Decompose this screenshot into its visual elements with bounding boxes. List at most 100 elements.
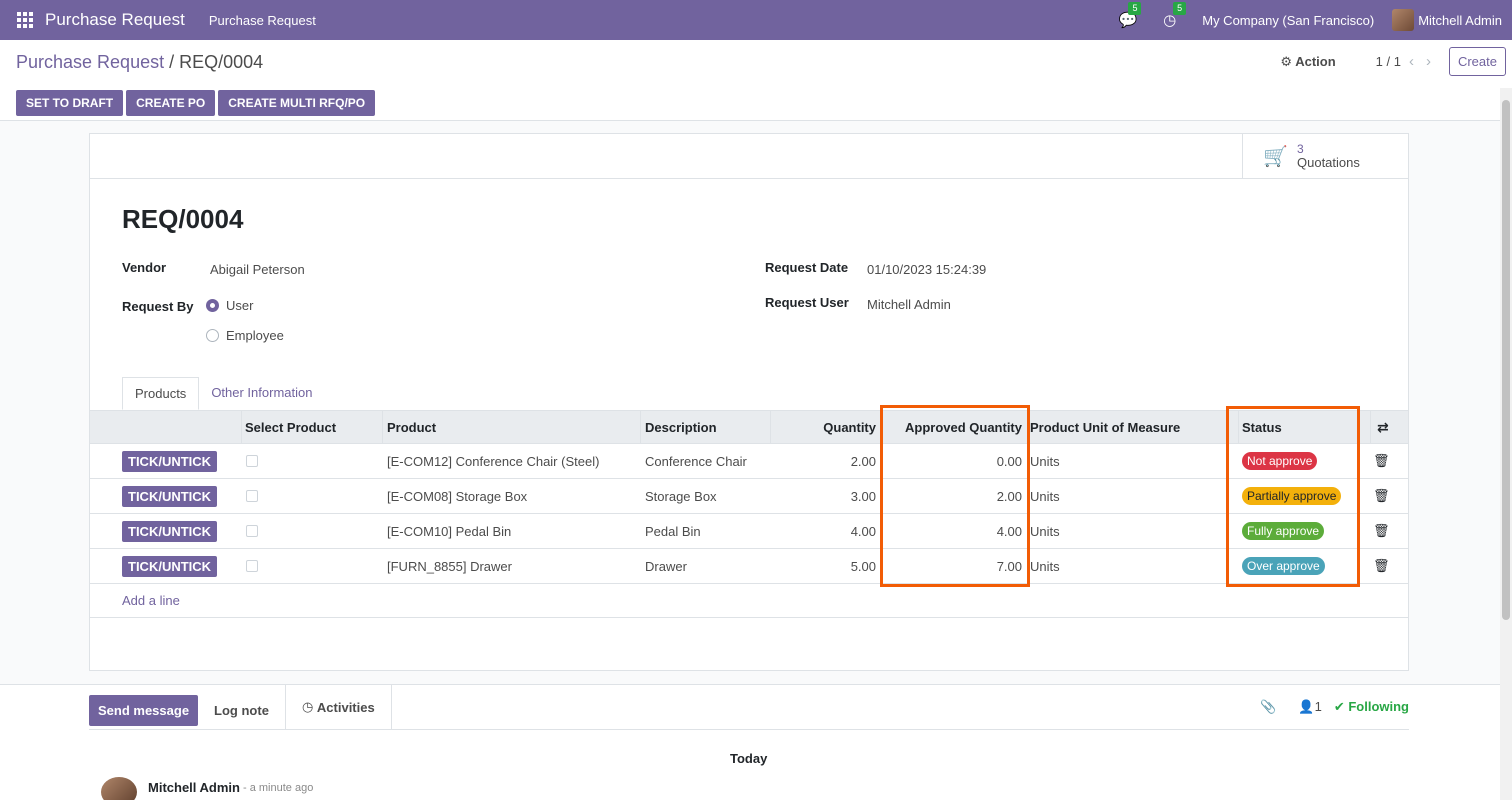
form-sheet: 🛒 3 Quotations REQ/0004 Vendor Abigail P… bbox=[89, 133, 1409, 671]
vendor-value[interactable]: Abigail Peterson bbox=[210, 262, 305, 277]
tab-products[interactable]: Products bbox=[122, 377, 200, 410]
nav-menu-purchase-request[interactable]: Purchase Request bbox=[209, 13, 316, 28]
control-panel: Purchase Request / REQ/0004 ⚙ Action 1 /… bbox=[0, 40, 1512, 121]
request-by-employee-radio[interactable]: Employee bbox=[206, 328, 284, 343]
select-product-checkbox[interactable] bbox=[246, 455, 258, 467]
request-user-value[interactable]: Mitchell Admin bbox=[867, 297, 951, 312]
col-uom[interactable]: Product Unit of Measure bbox=[1030, 420, 1180, 435]
row-description[interactable]: Storage Box bbox=[645, 489, 717, 504]
followers-button[interactable]: 👤1 bbox=[1298, 699, 1321, 715]
request-by-label: Request By bbox=[122, 299, 194, 314]
messages-icon[interactable]: 💬 5 bbox=[1118, 2, 1142, 29]
row-description[interactable]: Conference Chair bbox=[645, 454, 747, 469]
col-select-product[interactable]: Select Product bbox=[245, 420, 336, 435]
create-button[interactable]: Create bbox=[1448, 47, 1506, 76]
paperclip-icon[interactable]: 📎 bbox=[1260, 699, 1276, 715]
row-product[interactable]: [E-COM12] Conference Chair (Steel) bbox=[387, 454, 599, 469]
col-description[interactable]: Description bbox=[645, 420, 717, 435]
tick-untick-button[interactable]: TICK/UNTICK bbox=[122, 555, 218, 577]
row-product[interactable]: [FURN_8855] Drawer bbox=[387, 559, 512, 574]
tab-other-information[interactable]: Other Information bbox=[199, 377, 324, 410]
pager-previous-icon[interactable]: ‹ bbox=[1409, 53, 1414, 70]
message-time: - a minute ago bbox=[243, 782, 314, 794]
table-row[interactable]: TICK/UNTICK [FURN_8855] Drawer Drawer 5.… bbox=[90, 549, 1408, 584]
select-product-checkbox[interactable] bbox=[246, 490, 258, 502]
breadcrumb-separator: / bbox=[169, 52, 175, 72]
table-row[interactable]: TICK/UNTICK [E-COM08] Storage Box Storag… bbox=[90, 479, 1408, 514]
radio-user-label: User bbox=[226, 298, 254, 313]
top-navbar: Purchase Request Purchase Request 💬 5 ◷ 5 … bbox=[0, 0, 1512, 40]
quotations-count: 3 bbox=[1297, 142, 1304, 156]
send-message-button[interactable]: Send message bbox=[89, 694, 199, 726]
row-description[interactable]: Pedal Bin bbox=[645, 524, 701, 539]
row-quantity[interactable]: 3.00 bbox=[851, 489, 876, 504]
trash-icon[interactable]: 🗑 bbox=[1373, 453, 1390, 469]
shopping-cart-icon: 🛒 bbox=[1263, 145, 1288, 168]
log-note-button[interactable]: Log note bbox=[198, 695, 285, 726]
row-uom[interactable]: Units bbox=[1030, 489, 1060, 504]
row-quantity[interactable]: 4.00 bbox=[851, 524, 876, 539]
chatter: Send message Log note ◷ Activities 📎 👤1 … bbox=[0, 684, 1512, 800]
user-menu[interactable]: Mitchell Admin bbox=[1392, 9, 1502, 31]
vendor-label: Vendor bbox=[122, 260, 167, 275]
action-button[interactable]: ⚙ Action bbox=[1280, 54, 1335, 70]
optional-columns-toggle-icon[interactable]: ⇄ bbox=[1377, 419, 1389, 436]
request-date-value[interactable]: 01/10/2023 15:24:39 bbox=[867, 262, 986, 277]
row-uom[interactable]: Units bbox=[1030, 524, 1060, 539]
create-po-button[interactable]: CREATE PO bbox=[126, 90, 216, 116]
tick-untick-button[interactable]: TICK/UNTICK bbox=[122, 450, 218, 472]
author-avatar[interactable] bbox=[101, 777, 137, 800]
products-table: Select Product Product Description Quant… bbox=[90, 410, 1408, 618]
row-description[interactable]: Drawer bbox=[645, 559, 687, 574]
user-avatar bbox=[1392, 9, 1415, 31]
gear-icon: ⚙ bbox=[1280, 53, 1293, 69]
quotations-label: Quotations bbox=[1297, 155, 1360, 170]
row-quantity[interactable]: 5.00 bbox=[851, 559, 876, 574]
select-product-checkbox[interactable] bbox=[246, 560, 258, 572]
status-highlight bbox=[1226, 406, 1360, 587]
user-icon: 👤 bbox=[1298, 699, 1315, 714]
following-button[interactable]: ✔ Following bbox=[1334, 699, 1409, 715]
trash-icon[interactable]: 🗑 bbox=[1373, 488, 1390, 504]
action-label: Action bbox=[1295, 53, 1336, 69]
following-label: Following bbox=[1348, 699, 1409, 714]
table-row[interactable]: TICK/UNTICK [E-COM12] Conference Chair (… bbox=[90, 444, 1408, 479]
trash-icon[interactable]: 🗑 bbox=[1373, 558, 1390, 574]
request-by-user-radio[interactable]: User bbox=[206, 298, 253, 313]
pager-next-icon[interactable]: › bbox=[1426, 53, 1431, 70]
add-a-line-link[interactable]: Add a line bbox=[122, 593, 180, 608]
activities-clock-icon[interactable]: ◷ 5 bbox=[1163, 2, 1187, 29]
company-switcher[interactable]: My Company (San Francisco) bbox=[1202, 13, 1374, 28]
followers-count: 1 bbox=[1314, 699, 1322, 714]
row-uom[interactable]: Units bbox=[1030, 559, 1060, 574]
scrollbar-thumb[interactable] bbox=[1502, 100, 1510, 620]
record-title: REQ/0004 bbox=[122, 204, 244, 234]
app-name[interactable]: Purchase Request bbox=[45, 10, 185, 30]
statusbar-buttons: SET TO DRAFT CREATE PO CREATE MULTI RFQ/… bbox=[16, 90, 378, 116]
col-quantity[interactable]: Quantity bbox=[823, 420, 876, 435]
set-to-draft-button[interactable]: SET TO DRAFT bbox=[16, 90, 124, 116]
radio-unselected-icon bbox=[206, 329, 219, 342]
table-row[interactable]: TICK/UNTICK [E-COM10] Pedal Bin Pedal Bi… bbox=[90, 514, 1408, 549]
breadcrumb-parent[interactable]: Purchase Request bbox=[16, 52, 164, 72]
row-product[interactable]: [E-COM10] Pedal Bin bbox=[387, 524, 511, 539]
create-multi-rfq-po-button[interactable]: CREATE MULTI RFQ/PO bbox=[218, 90, 376, 116]
tick-untick-button[interactable]: TICK/UNTICK bbox=[122, 485, 218, 507]
activities-badge: 5 bbox=[1173, 2, 1187, 15]
quotations-smart-button[interactable]: 🛒 3 Quotations bbox=[1242, 134, 1408, 178]
trash-icon[interactable]: 🗑 bbox=[1373, 523, 1390, 539]
page-scrollbar[interactable] bbox=[1500, 88, 1512, 800]
col-product[interactable]: Product bbox=[387, 420, 436, 435]
pager-value[interactable]: 1 / 1 bbox=[1376, 54, 1401, 69]
breadcrumb-current: REQ/0004 bbox=[179, 52, 264, 72]
date-separator: Today bbox=[730, 751, 768, 766]
tick-untick-button[interactable]: TICK/UNTICK bbox=[122, 520, 218, 542]
select-product-checkbox[interactable] bbox=[246, 525, 258, 537]
message-author[interactable]: Mitchell Admin bbox=[148, 780, 240, 795]
activities-label: Activities bbox=[316, 699, 375, 715]
activities-button[interactable]: ◷ Activities bbox=[284, 685, 392, 729]
apps-menu-icon[interactable] bbox=[17, 12, 33, 28]
row-product[interactable]: [E-COM08] Storage Box bbox=[387, 489, 527, 504]
row-quantity[interactable]: 2.00 bbox=[851, 454, 876, 469]
row-uom[interactable]: Units bbox=[1030, 454, 1060, 469]
